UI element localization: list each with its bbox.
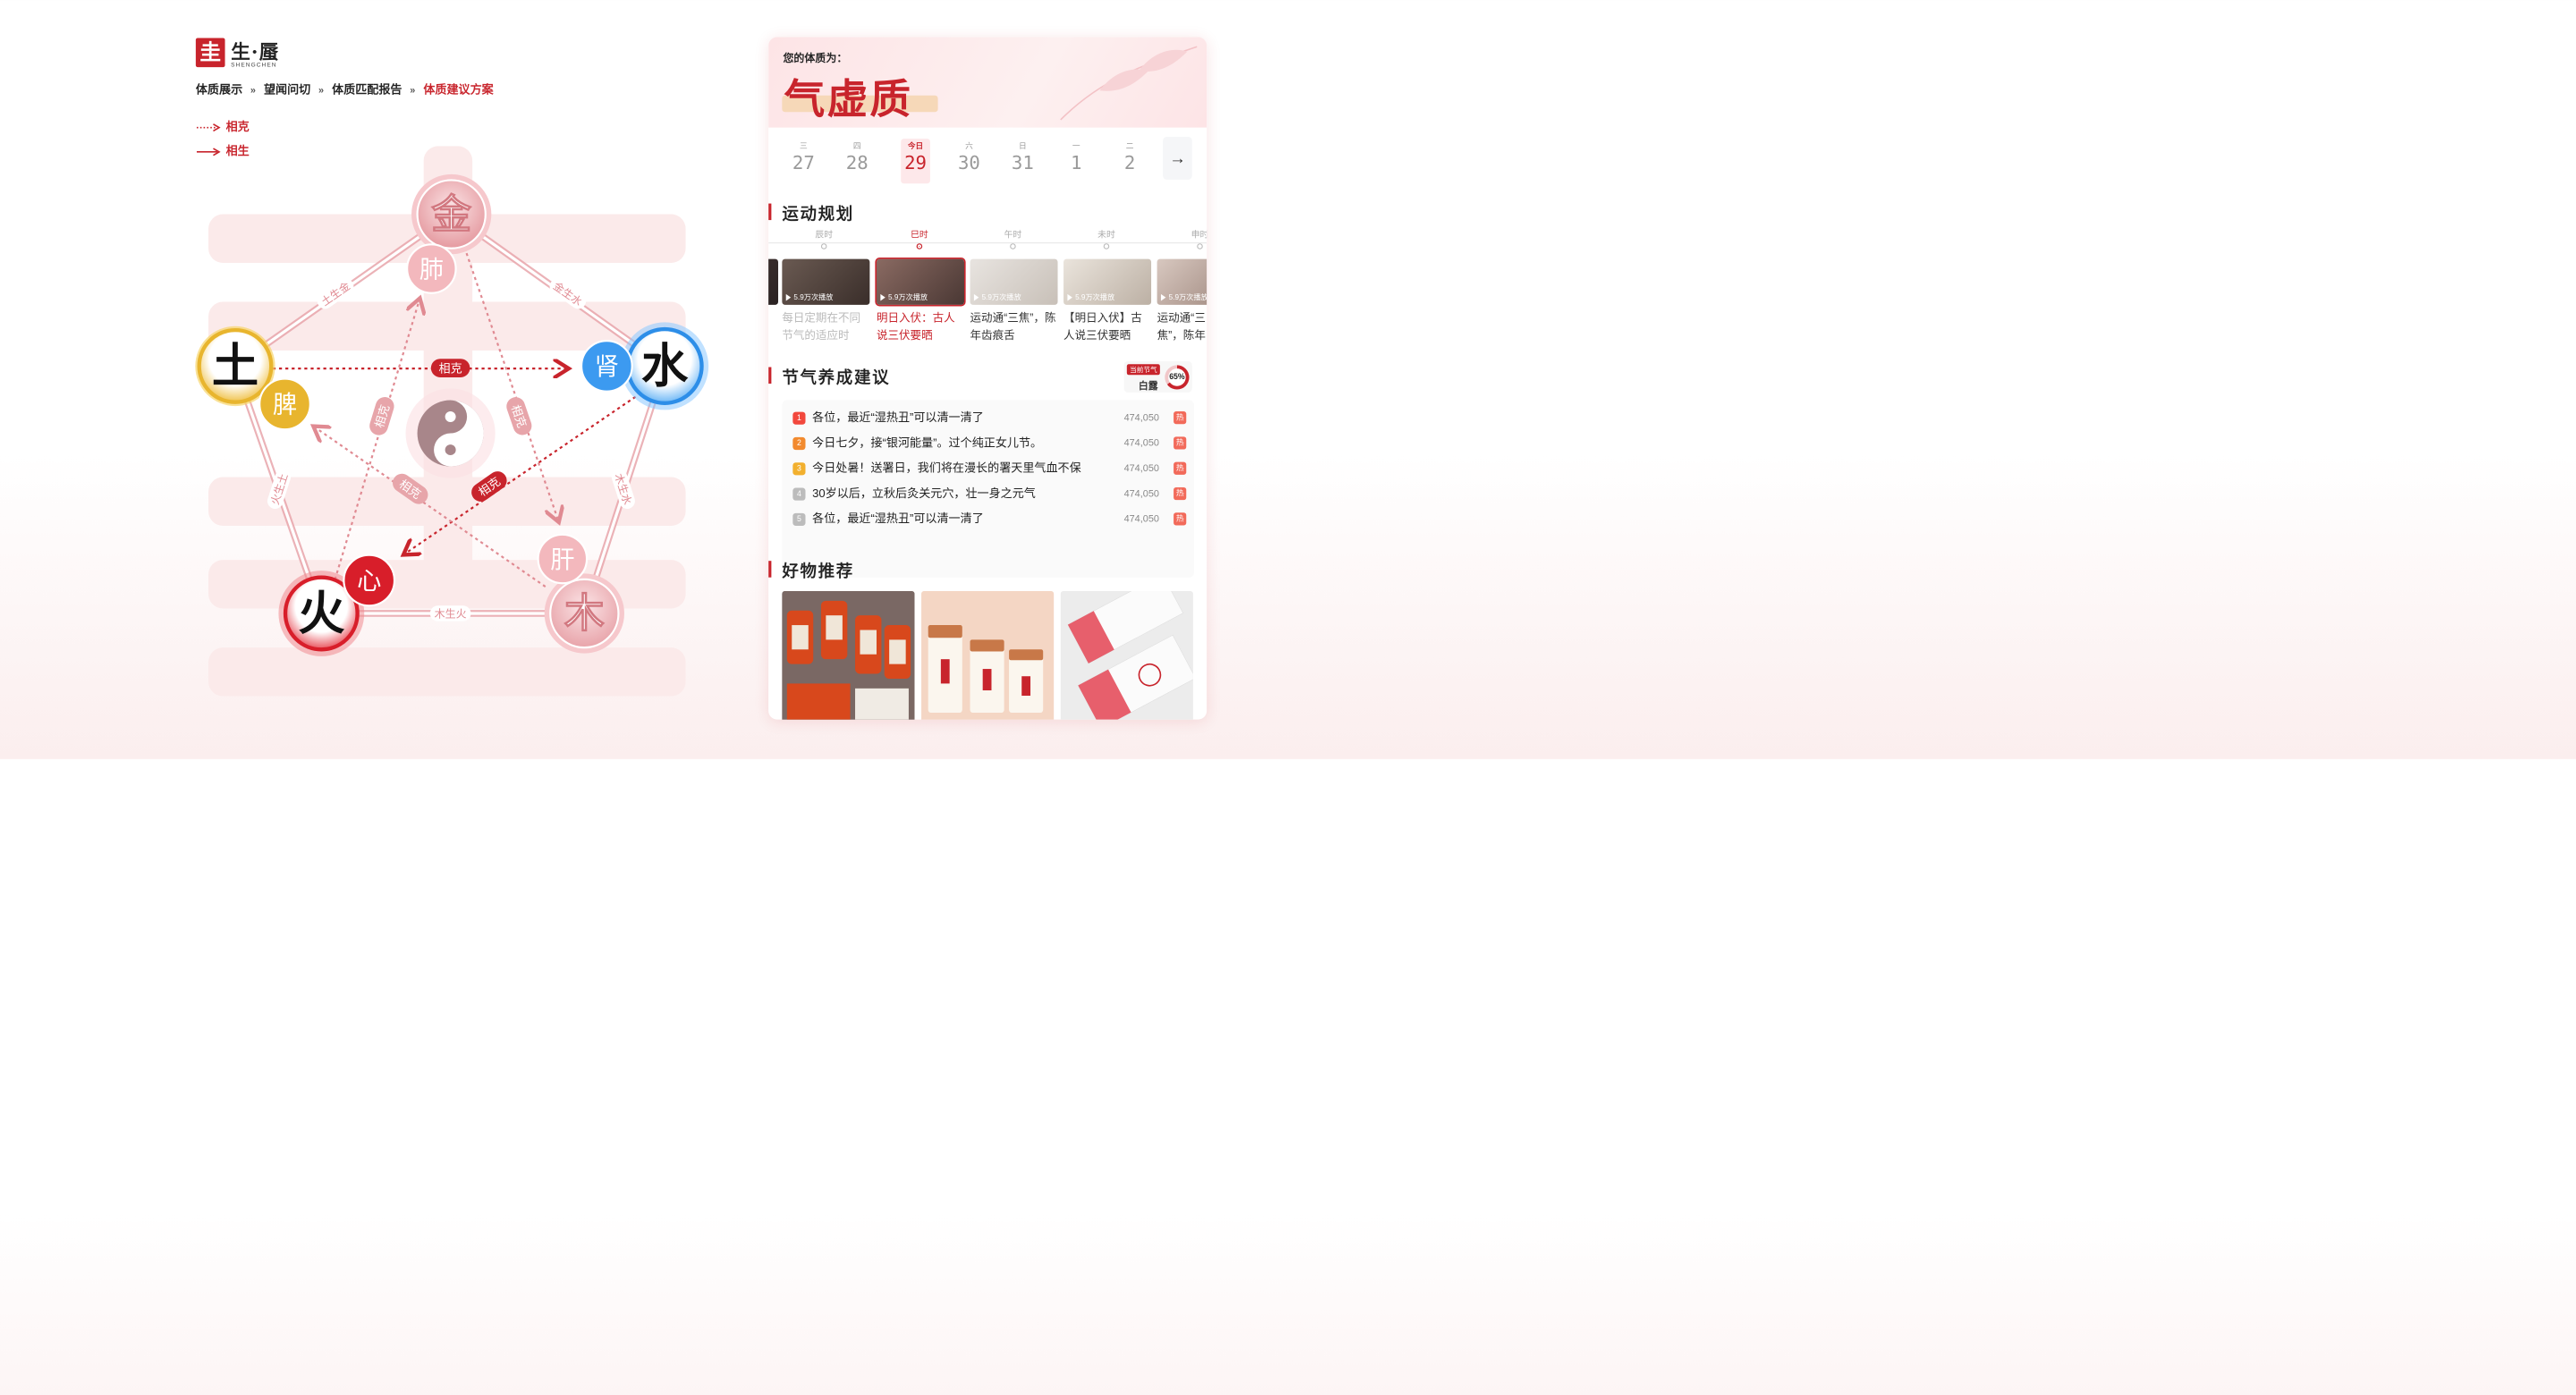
exercise-title: 运动规划 — [768, 200, 854, 224]
constitution-label: 您的体质为： — [783, 52, 848, 64]
hot-icon: 热 — [1174, 436, 1187, 450]
breadcrumb: 体质展示 » 望闻问切 » 体质匹配报告 » 体质建议方案 — [196, 80, 496, 97]
organ-kidney: 肾 — [580, 340, 633, 393]
legend-restrain-label: 相克 — [225, 120, 250, 134]
video-title[interactable]: 运动通“三焦”，陈年齿痕舌 — [970, 309, 1058, 343]
five-elements-diagram: 土生金 金生水 木生水 木生火 火生土 相克 相克 相克 相克 相克 金 肺 土… — [195, 173, 709, 656]
dotted-arrow-icon — [196, 123, 221, 131]
svg-text:肾: 肾 — [595, 353, 619, 381]
video-title[interactable]: 明日入伏：古人说三伏要晒 — [877, 309, 964, 343]
list-item[interactable]: 3 今日处暑！送署日，我们将在漫长的署天里气血不保 474,050 热 — [792, 456, 1187, 481]
organ-lung: 肺 — [406, 243, 457, 294]
current-term-name: 白露 — [1138, 380, 1158, 392]
list-item[interactable]: 5 各位，最近“湿热丑”可以清一清了 474,050 热 — [792, 506, 1187, 531]
goods-title: 好物推荐 — [768, 558, 854, 582]
date-strip: 三 27 四 28 今日 29 六 30 日 31 一1 二2 → — [768, 136, 1207, 190]
play-icon — [1160, 293, 1166, 301]
organ-heart: 心 — [343, 554, 396, 607]
product-jars-image — [921, 590, 1055, 720]
day-item[interactable]: 一1 — [1062, 141, 1091, 173]
solar-term-title: 节气养成建议 — [768, 364, 890, 388]
element-metal: 金 — [411, 173, 492, 255]
brand-title: 生·蜃 — [231, 40, 280, 63]
svg-text:心: 心 — [357, 568, 381, 596]
time-slot[interactable]: 辰时 — [804, 228, 843, 249]
breadcrumb-item-current[interactable]: 体质建议方案 — [423, 83, 493, 97]
time-slot-timeline: 辰时 巳时 午时 未时 申时 — [768, 228, 1208, 249]
list-item[interactable]: 2 今日七夕，接“银河能量”。过个纯正女儿节。 474,050 热 — [792, 430, 1187, 455]
svg-text:金: 金 — [430, 190, 471, 238]
day-item[interactable]: 日 31 — [1008, 141, 1038, 173]
breadcrumb-item-3[interactable]: 体质匹配报告 — [332, 83, 402, 97]
element-water: 水 — [621, 322, 709, 410]
arrow-right-icon: → — [1169, 148, 1186, 168]
hot-icon: 热 — [1174, 512, 1187, 526]
list-item[interactable]: 1 各位，最近“湿热丑”可以清一清了 474,050 热 — [792, 405, 1187, 430]
next-week-button[interactable]: → — [1163, 136, 1192, 180]
svg-text:肝: 肝 — [550, 546, 574, 574]
day-item[interactable]: 四 28 — [843, 141, 872, 173]
solar-term-list: 1 各位，最近“湿热丑”可以清一清了 474,050 热 2 今日七夕，接“银河能量”。… — [782, 400, 1194, 578]
restrain-label: 相克 — [439, 361, 462, 375]
label-wood-fire: 木生火 — [435, 607, 467, 620]
video-title[interactable]: 每日定期在不同节气的适应时 — [782, 309, 869, 343]
current-term-tag: 当前节气 — [1126, 364, 1160, 376]
hot-icon: 热 — [1174, 411, 1187, 425]
logo-mark: 圭 — [199, 39, 222, 65]
product-bottles-image — [782, 590, 915, 720]
day-item[interactable]: 三 27 — [789, 141, 818, 173]
hot-icon: 热 — [1174, 486, 1187, 501]
play-icon — [1067, 293, 1072, 301]
video-title[interactable]: 【明日入伏】古人说三伏要晒 — [1063, 309, 1151, 343]
product-boxes-image — [1060, 590, 1193, 720]
recommendation-panel: 您的体质为： 气虚质 三 27 四 28 今日 29 六 30 日 31 一1 二2 → … — [768, 37, 1208, 720]
time-slot-active[interactable]: 巳时 — [900, 228, 939, 249]
list-item[interactable]: 4 30岁以后，立秋后灸关元穴，壮一身之元气 474,050 热 — [792, 481, 1187, 506]
yin-yang-icon — [405, 388, 496, 478]
constitution-name: 气虚质 — [784, 74, 913, 123]
video-card[interactable]: 5.9万次播放 — [1157, 258, 1208, 305]
video-title[interactable]: 运动通“三焦”，陈年齿痕舌 — [1157, 309, 1208, 343]
video-card[interactable] — [768, 258, 779, 305]
breadcrumb-separator: » — [318, 85, 325, 97]
time-slot[interactable]: 午时 — [994, 228, 1033, 249]
breadcrumb-separator: » — [250, 85, 256, 97]
hot-icon: 热 — [1174, 461, 1187, 475]
svg-text:水: 水 — [641, 339, 689, 393]
play-icon — [785, 293, 792, 301]
time-slot[interactable]: 未时 — [1087, 228, 1126, 249]
product-card[interactable] — [1060, 590, 1193, 720]
play-icon — [880, 293, 886, 301]
svg-text:木: 木 — [564, 589, 605, 637]
breadcrumb-item-2[interactable]: 望闻问切 — [264, 83, 310, 97]
constitution-header: 您的体质为： 气虚质 — [768, 37, 1208, 128]
day-item-today[interactable]: 今日 29 — [901, 139, 930, 184]
video-card[interactable]: 5.9万次播放 — [970, 258, 1058, 305]
leaf-decoration-icon — [1060, 46, 1198, 121]
brand-logo[interactable]: 圭 — [195, 38, 225, 68]
svg-text:火: 火 — [298, 586, 344, 640]
brand-subtitle: SHENGCHEN — [231, 61, 277, 69]
element-wood: 木 — [544, 573, 624, 654]
time-slot[interactable]: 申时 — [1181, 228, 1207, 249]
svg-text:土: 土 — [212, 339, 258, 393]
day-item[interactable]: 二2 — [1115, 141, 1145, 173]
organ-spleen: 脾 — [258, 377, 311, 431]
term-progress-ring: 65% — [1165, 365, 1190, 390]
video-card[interactable]: 5.9万次播放 — [782, 258, 870, 305]
play-icon — [973, 293, 979, 301]
organ-liver: 肝 — [537, 533, 589, 585]
video-card[interactable]: 5.9万次播放 — [1063, 258, 1152, 305]
svg-text:肺: 肺 — [419, 256, 444, 283]
breadcrumb-item-1[interactable]: 体质展示 — [196, 83, 242, 97]
product-card[interactable] — [782, 590, 915, 720]
day-item[interactable]: 六 30 — [954, 141, 984, 173]
product-card[interactable] — [921, 590, 1055, 720]
current-solar-term: 当前节气 白露 65% — [1123, 360, 1192, 393]
breadcrumb-separator: » — [410, 85, 416, 97]
video-card-selected[interactable]: 5.9万次播放 — [875, 258, 966, 307]
svg-text:脾: 脾 — [273, 392, 297, 419]
legend-restrain: 相克 — [196, 117, 250, 134]
